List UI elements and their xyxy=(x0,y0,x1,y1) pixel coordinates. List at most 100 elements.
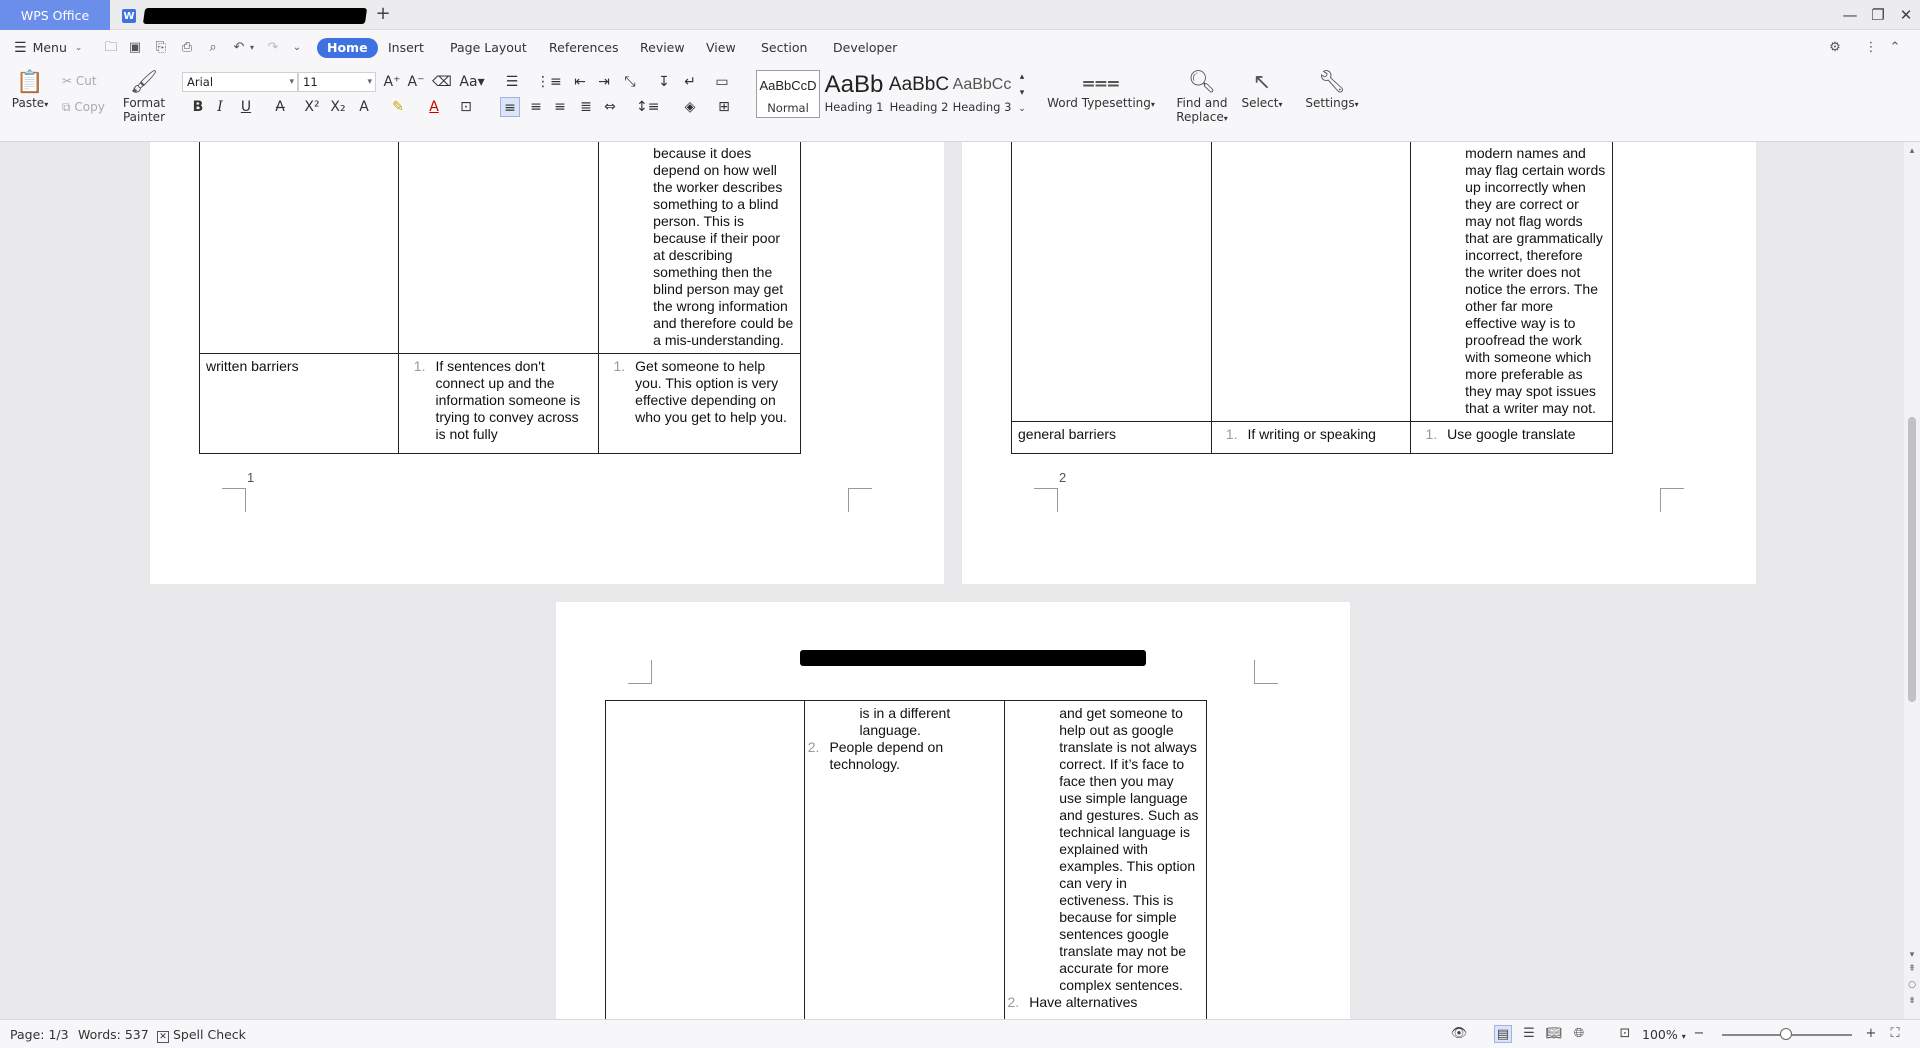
fit-page-icon[interactable]: ⊡ xyxy=(1616,1025,1634,1043)
tab-home[interactable]: Home xyxy=(317,38,378,58)
new-tab-button[interactable]: + xyxy=(372,4,394,26)
increase-font-icon[interactable]: A⁺ xyxy=(382,72,402,92)
wps-office-tab[interactable]: WPS Office xyxy=(0,0,110,30)
table-cell[interactable] xyxy=(398,142,600,354)
styles-expand-icon[interactable]: ⌄ xyxy=(1016,102,1028,122)
align-left-icon[interactable]: ≡ xyxy=(500,97,520,117)
print-preview-icon[interactable]: ⌕ xyxy=(204,39,222,57)
eye-protection-icon[interactable]: 👁︎ xyxy=(1450,1025,1468,1043)
table-cell[interactable] xyxy=(1210,142,1412,422)
style-normal[interactable]: AaBbCcD Normal xyxy=(756,70,820,118)
word-count[interactable]: Words: 537 xyxy=(78,1027,149,1042)
select-browse-object-icon[interactable]: ○ xyxy=(1907,980,1917,990)
table-cell[interactable]: 1. If writing or speaking xyxy=(1210,421,1412,454)
find-replace-button[interactable]: 🔍︎ Find and Replace▾ xyxy=(1174,70,1230,124)
show-marks-icon[interactable]: ↵ xyxy=(680,72,700,92)
table-cell[interactable] xyxy=(604,700,806,1019)
paste-button[interactable]: 📋 Paste▾ xyxy=(10,70,50,110)
shading-icon[interactable]: ◈ xyxy=(680,97,700,117)
text-direction-icon[interactable]: ⤡ xyxy=(620,72,640,92)
strikethrough-icon[interactable]: A̶ xyxy=(270,97,290,117)
justify-icon[interactable]: ≣ xyxy=(576,97,596,117)
bullet-list-icon[interactable]: ☰ xyxy=(502,72,522,92)
table-cell[interactable]: because it does depend on how well the w… xyxy=(598,142,801,354)
decrease-font-icon[interactable]: A⁻ xyxy=(406,72,426,92)
gear-icon[interactable]: ⚙ xyxy=(1826,39,1844,57)
table-cell[interactable]: 1. Use google translate xyxy=(1410,421,1613,454)
align-right-icon[interactable]: ≡ xyxy=(550,97,570,117)
previous-page-icon[interactable]: ⇞ xyxy=(1907,964,1917,974)
collapse-ribbon-icon[interactable]: ⌃ xyxy=(1886,39,1904,57)
line-spacing-icon[interactable]: ↕≡ xyxy=(636,97,659,117)
outline-view-icon[interactable]: ☰ xyxy=(1520,1025,1538,1043)
page-2[interactable]: modern names and may flag certain words … xyxy=(962,142,1756,584)
zoom-out-icon[interactable]: − xyxy=(1690,1025,1708,1043)
table-cell[interactable] xyxy=(198,142,400,354)
tab-insert[interactable]: Insert xyxy=(388,38,424,58)
minimize-button[interactable]: — xyxy=(1838,4,1862,26)
select-button[interactable]: ↖ Select▾ xyxy=(1238,70,1286,110)
more-options-icon[interactable]: ⋮ xyxy=(1862,39,1880,57)
restore-button[interactable]: ❐ xyxy=(1866,4,1890,26)
tab-page-layout[interactable]: Page Layout xyxy=(450,38,527,58)
superscript-icon[interactable]: X² xyxy=(302,97,322,117)
underline-icon[interactable]: U xyxy=(236,97,256,117)
subscript-icon[interactable]: X₂ xyxy=(328,97,348,117)
zoom-slider-knob[interactable] xyxy=(1780,1028,1792,1040)
web-view-icon[interactable]: 🌐︎ xyxy=(1570,1025,1588,1043)
character-border-icon[interactable]: ⊡ xyxy=(456,97,476,117)
close-button[interactable]: ✕ xyxy=(1894,4,1918,26)
page-indicator[interactable]: Page: 1/3 xyxy=(10,1027,69,1042)
reading-view-icon[interactable]: 📖︎ xyxy=(1545,1025,1563,1043)
tab-review[interactable]: Review xyxy=(640,38,685,58)
tab-developer[interactable]: Developer xyxy=(833,38,897,58)
borders-icon[interactable]: ⊞ xyxy=(714,97,734,117)
scroll-down-icon[interactable]: ▾ xyxy=(1907,950,1917,960)
scroll-up-icon[interactable]: ▴ xyxy=(1907,146,1917,156)
next-page-icon[interactable]: ⇟ xyxy=(1907,996,1917,1006)
zoom-in-icon[interactable]: + xyxy=(1862,1025,1880,1043)
style-heading-1[interactable]: AaBb Heading 1 xyxy=(822,70,886,118)
decrease-indent-icon[interactable]: ⇤ xyxy=(570,72,590,92)
table-cell[interactable]: is in a different language. 2. People dep… xyxy=(804,700,1006,1019)
scroll-thumb[interactable] xyxy=(1908,417,1916,702)
save-icon[interactable]: ▣ xyxy=(126,39,144,57)
highlight-icon[interactable]: ✎ xyxy=(388,97,408,117)
copy-button[interactable]: ⧉ Copy xyxy=(62,100,105,115)
open-icon[interactable]: 🗀 xyxy=(102,39,120,57)
redo-icon[interactable]: ↷ xyxy=(264,39,282,57)
table-cell[interactable]: written barriers xyxy=(198,353,400,454)
font-name-select[interactable]: Arial ▾ xyxy=(182,72,298,92)
format-painter-button[interactable]: 🖌 Format Painter xyxy=(120,70,168,124)
sort-icon[interactable]: ↧ xyxy=(654,72,674,92)
export-pdf-icon[interactable]: ⎘ xyxy=(152,39,170,57)
document-tab[interactable]: W xyxy=(116,2,370,30)
tab-section[interactable]: Section xyxy=(761,38,807,58)
page-view-icon[interactable]: ▤ xyxy=(1494,1025,1512,1043)
undo-icon[interactable]: ↶ xyxy=(230,39,248,57)
customize-toolbar-icon[interactable]: ⌄ xyxy=(288,39,306,57)
tab-view[interactable]: View xyxy=(706,38,736,58)
distribute-icon[interactable]: ⇔ xyxy=(600,97,620,117)
italic-icon[interactable]: I xyxy=(210,97,230,117)
increase-indent-icon[interactable]: ⇥ xyxy=(594,72,614,92)
table-cell[interactable]: 1. If sentences don't connect up and the … xyxy=(398,353,600,454)
fullscreen-icon[interactable]: ⛶ xyxy=(1886,1025,1904,1043)
document-workspace[interactable]: because it does depend on how well the w… xyxy=(0,142,1920,1019)
cut-button[interactable]: ✂ Cut xyxy=(62,74,97,88)
change-case-icon[interactable]: Aa▾ xyxy=(458,72,486,92)
main-menu-button[interactable]: ☰ Menu ⌄ xyxy=(14,38,82,58)
page-1[interactable]: because it does depend on how well the w… xyxy=(150,142,944,584)
undo-dropdown-icon[interactable]: ▾ xyxy=(247,39,257,57)
tab-references[interactable]: References xyxy=(549,38,618,58)
zoom-level-select[interactable]: 100% ▾ xyxy=(1642,1027,1686,1042)
table-cell[interactable]: 1. Get someone to help you. This option i… xyxy=(598,353,801,454)
bold-icon[interactable]: B xyxy=(188,97,208,117)
table-cell[interactable]: and get someone to help out as google tr… xyxy=(1004,700,1207,1019)
table-cell[interactable] xyxy=(1011,142,1212,422)
numbered-list-icon[interactable]: ⋮≡ xyxy=(536,72,562,92)
word-typesetting-button[interactable]: ⩶ Word Typesetting▾ xyxy=(1044,70,1158,110)
ruler-icon[interactable]: ▭ xyxy=(712,72,732,92)
style-heading-3[interactable]: AaBbCc Heading 3 xyxy=(952,70,1012,118)
table-cell[interactable]: modern names and may flag certain words … xyxy=(1410,142,1613,422)
